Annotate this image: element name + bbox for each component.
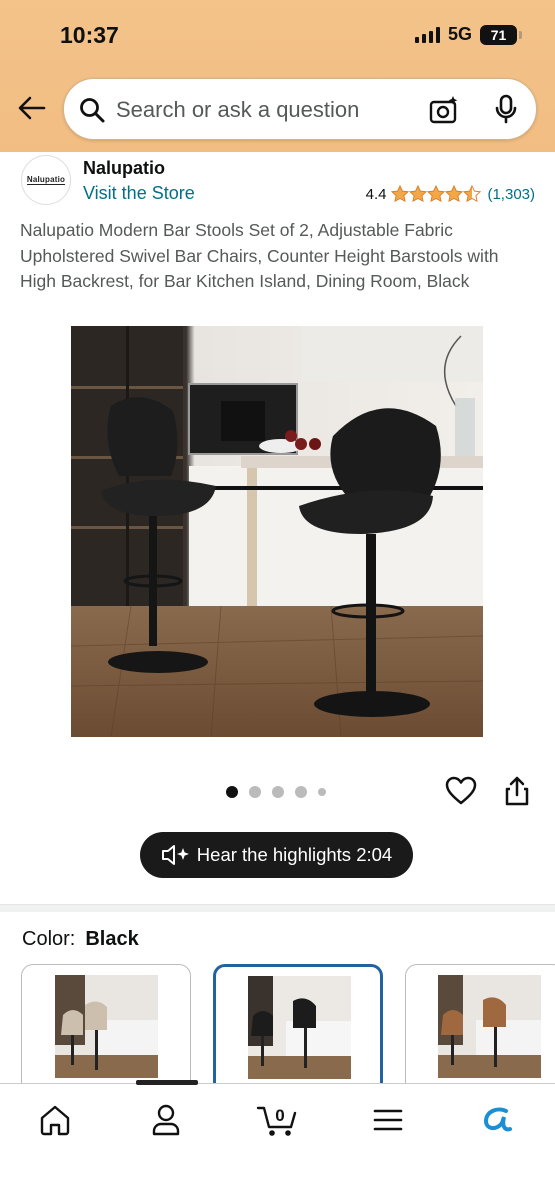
heart-icon[interactable] [445, 776, 477, 806]
star-icon [445, 185, 464, 203]
cart-count: 0 [275, 1106, 284, 1125]
camera-lens-icon[interactable] [428, 94, 460, 126]
arrow-left-icon [18, 96, 46, 120]
pagination-dot[interactable] [272, 786, 284, 798]
search-input[interactable] [116, 97, 416, 123]
nav-rufus[interactable] [478, 1100, 518, 1140]
visit-store-link[interactable]: Visit the Store [83, 183, 195, 204]
hear-highlights-label: Hear the highlights 2:04 [196, 844, 393, 865]
app-header: 10:37 5G 71 [0, 0, 555, 152]
home-icon [40, 1105, 70, 1136]
nav-menu[interactable] [368, 1100, 408, 1140]
product-title: Nalupatio Modern Bar Stools Set of 2, Ad… [20, 220, 499, 291]
rating-value: 4.4 [365, 185, 387, 203]
account-icon [152, 1104, 180, 1136]
nav-active-indicator [136, 1080, 198, 1085]
pagination-dot[interactable] [226, 786, 238, 798]
color-swatch-beige[interactable] [21, 964, 191, 1094]
product-image[interactable] [71, 326, 483, 737]
swatch-thumbnail [248, 976, 351, 1079]
hear-highlights-button[interactable]: Hear the highlights 2:04 [140, 832, 413, 878]
star-icon [409, 185, 428, 203]
status-indicators: 5G 71 [414, 24, 522, 45]
status-time: 10:37 [60, 22, 119, 48]
brand-logo[interactable]: Nalupatio [21, 155, 71, 205]
swatch-thumbnail [55, 975, 158, 1078]
back-button[interactable] [16, 92, 48, 124]
star-icon [427, 185, 446, 203]
rufus-icon [483, 1107, 512, 1132]
pagination-dot[interactable] [318, 788, 326, 796]
star-icon [391, 185, 410, 203]
signal-icon [414, 26, 440, 43]
network-type: 5G [447, 24, 472, 44]
battery-icon: 71 [480, 24, 522, 45]
star-rating [391, 185, 482, 203]
nav-home[interactable] [35, 1100, 75, 1140]
swatch-thumbnail [438, 975, 541, 1078]
search-icon [80, 98, 105, 123]
search-bar[interactable] [63, 78, 537, 140]
color-swatch-brown[interactable] [405, 964, 555, 1094]
bottom-nav: 0 [0, 1080, 555, 1200]
speaker-sparkle-icon [161, 845, 189, 865]
review-count[interactable]: (1,303) [487, 186, 535, 203]
share-icon[interactable] [504, 776, 530, 806]
color-label: Color: [22, 928, 76, 950]
nav-cart[interactable]: 0 [256, 1100, 300, 1140]
product-photo [71, 326, 483, 737]
color-swatch-black[interactable] [213, 964, 383, 1094]
nav-account[interactable] [146, 1100, 186, 1140]
image-pagination-dots[interactable] [226, 786, 326, 798]
microphone-icon[interactable] [492, 93, 520, 125]
pagination-dot[interactable] [249, 786, 261, 798]
brand-name: Nalupatio [83, 158, 166, 178]
pagination-dot[interactable] [295, 786, 307, 798]
cart-icon: 0 [256, 1106, 297, 1136]
section-divider [0, 904, 555, 912]
menu-icon [373, 1109, 403, 1131]
rating-summary[interactable]: 4.4 (1,303) [366, 185, 535, 203]
color-value: Black [85, 928, 139, 950]
star-icon [463, 185, 482, 203]
color-selector-label: Color: Black [22, 928, 139, 951]
brand-logo-text: Nalupatio [26, 175, 66, 185]
